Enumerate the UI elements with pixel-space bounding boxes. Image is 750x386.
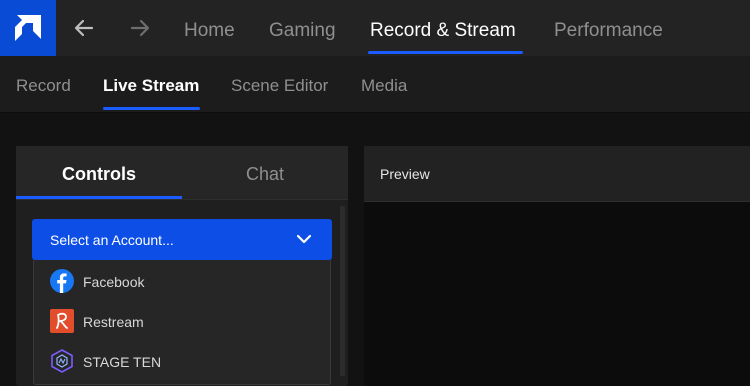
tab-gaming[interactable]: Gaming xyxy=(269,0,336,56)
account-select[interactable]: Select an Account... xyxy=(32,219,332,260)
subtab-record[interactable]: Record xyxy=(16,56,71,113)
tab-performance[interactable]: Performance xyxy=(554,0,663,56)
account-select-value: Select an Account... xyxy=(50,232,174,248)
option-stage-ten-label: STAGE TEN xyxy=(83,354,162,370)
option-restream[interactable]: Restream xyxy=(34,301,330,341)
restream-icon xyxy=(50,309,74,333)
forward-arrow-icon[interactable] xyxy=(128,16,152,40)
panel-scrollbar[interactable] xyxy=(340,206,345,376)
active-subtab-indicator xyxy=(103,107,200,110)
subtab-media[interactable]: Media xyxy=(361,56,407,113)
option-facebook-label: Facebook xyxy=(83,274,145,290)
subtab-scene-editor[interactable]: Scene Editor xyxy=(231,56,328,113)
option-facebook[interactable]: Facebook xyxy=(34,261,330,301)
preview-title: Preview xyxy=(380,166,430,182)
facebook-icon xyxy=(50,269,74,293)
stage-ten-icon xyxy=(51,349,73,373)
tab-record-and-stream[interactable]: Record & Stream xyxy=(370,0,516,56)
preview-panel: Preview xyxy=(364,146,750,386)
active-panel-tab-indicator xyxy=(16,196,182,199)
top-navigation-bar: Home Gaming Record & Stream Performance xyxy=(0,0,750,56)
option-restream-label: Restream xyxy=(83,314,144,330)
tab-home[interactable]: Home xyxy=(184,0,235,56)
tab-chat[interactable]: Chat xyxy=(182,146,348,200)
sub-navigation-bar: Record Live Stream Scene Editor Media xyxy=(0,56,750,113)
amd-logo-icon xyxy=(15,15,41,41)
amd-logo-button[interactable] xyxy=(0,0,56,56)
subtab-live-stream[interactable]: Live Stream xyxy=(103,56,199,113)
chevron-down-icon xyxy=(296,234,312,244)
account-dropdown-menu: Facebook Restream STAGE TEN xyxy=(33,260,331,385)
back-arrow-icon[interactable] xyxy=(72,16,96,40)
preview-header: Preview xyxy=(364,146,750,202)
panel-tab-bar: Controls Chat xyxy=(16,146,348,200)
option-stage-ten[interactable]: STAGE TEN xyxy=(34,341,330,381)
active-tab-indicator xyxy=(368,51,523,54)
tab-controls[interactable]: Controls xyxy=(16,146,182,200)
